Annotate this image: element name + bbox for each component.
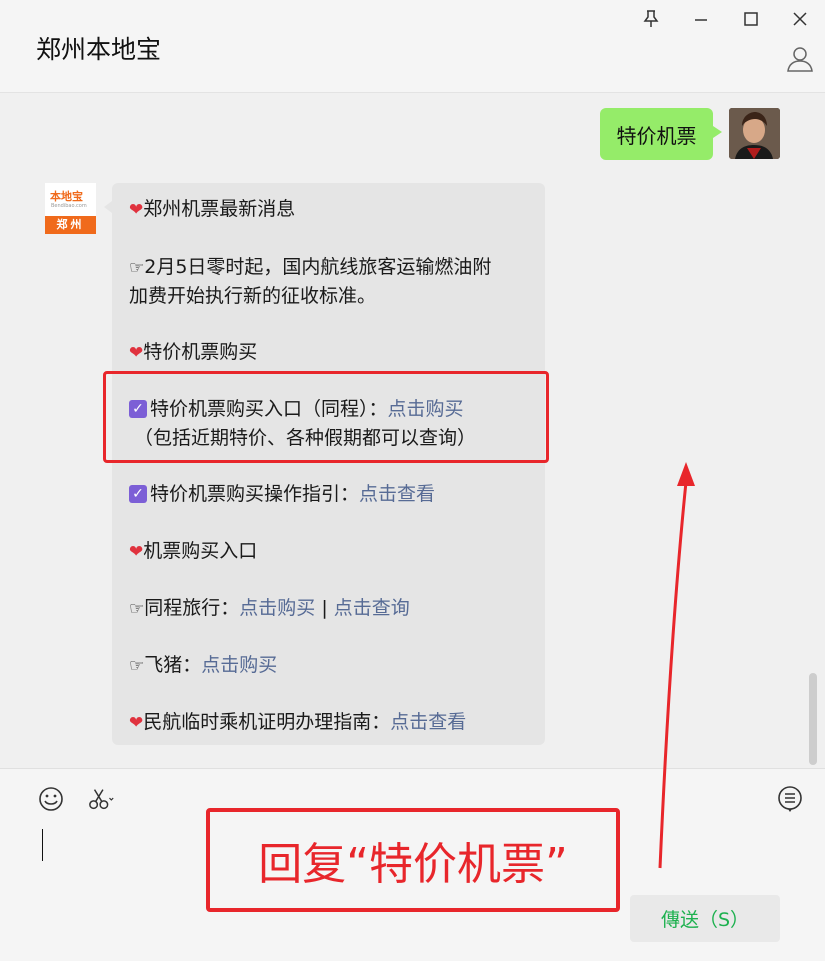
chat-history: 特价机票 本地宝 Bendibao.com 郑州 ❤郑州机票最新消息 ☞2月5日…: [0, 93, 825, 768]
scrollbar-thumb[interactable]: [809, 673, 817, 765]
close-icon[interactable]: [789, 8, 811, 30]
chat-history-icon[interactable]: [776, 785, 804, 813]
contact-info-icon[interactable]: [785, 44, 815, 74]
maximize-icon[interactable]: [740, 8, 762, 30]
message-line: ❤民航临时乘机证明办理指南：点击查看: [129, 711, 467, 733]
message-line: 加费开始执行新的征收标准。: [129, 285, 377, 307]
view-guide-link[interactable]: 点击查看: [359, 483, 435, 505]
pointing-hand-icon: ☞: [129, 656, 145, 676]
fliggy-buy-link[interactable]: 点击购买: [201, 654, 277, 676]
heart-icon: ❤: [129, 542, 144, 562]
message-line: ☞2月5日零时起，国内航线旅客运输燃油附: [129, 256, 492, 278]
message-line: ❤机票购买入口: [129, 540, 258, 562]
message-line: ☞飞猪：点击购买: [129, 654, 278, 676]
pointing-hand-icon: ☞: [129, 599, 145, 619]
screenshot-scissors-icon[interactable]: [88, 785, 116, 813]
tongcheng-query-link[interactable]: 点击查询: [334, 597, 410, 619]
chat-title: 郑州本地宝: [36, 35, 162, 64]
heart-icon: ❤: [129, 343, 144, 363]
pin-icon[interactable]: [640, 8, 662, 30]
send-button[interactable]: 傳送（S）: [630, 895, 780, 942]
minimize-icon[interactable]: [690, 8, 712, 30]
avatar-city-label: 郑州: [45, 216, 96, 234]
avatar-logo-text: 本地宝: [50, 190, 83, 203]
checkbox-icon: ✓: [129, 485, 147, 503]
message-line: ☞同程旅行：点击购买 | 点击查询: [129, 597, 410, 619]
title-bar: 郑州本地宝: [0, 0, 825, 93]
boarding-proof-link[interactable]: 点击查看: [390, 711, 466, 733]
incoming-message-bubble: ❤郑州机票最新消息 ☞2月5日零时起，国内航线旅客运输燃油附 加费开始执行新的征…: [104, 183, 545, 745]
emoji-icon[interactable]: [37, 785, 65, 813]
message-line: ❤郑州机票最新消息: [129, 198, 296, 220]
heart-icon: ❤: [129, 200, 144, 220]
my-avatar[interactable]: [729, 108, 780, 159]
message-line: ❤特价机票购买: [129, 341, 258, 363]
outgoing-message-bubble[interactable]: 特价机票: [600, 108, 722, 160]
pointing-hand-icon: ☞: [129, 258, 145, 278]
heart-icon: ❤: [129, 713, 144, 733]
highlight-box: [103, 371, 549, 463]
annotation-callout: 回复“特价机票”: [206, 808, 620, 912]
avatar-logo-small: Bendibao.com: [51, 203, 87, 209]
official-account-avatar[interactable]: 本地宝 Bendibao.com 郑州: [45, 183, 96, 234]
message-line: ✓ 特价机票购买操作指引：点击查看: [129, 480, 435, 508]
tongcheng-buy-link[interactable]: 点击购买: [239, 597, 315, 619]
text-input-caret[interactable]: [42, 829, 43, 861]
